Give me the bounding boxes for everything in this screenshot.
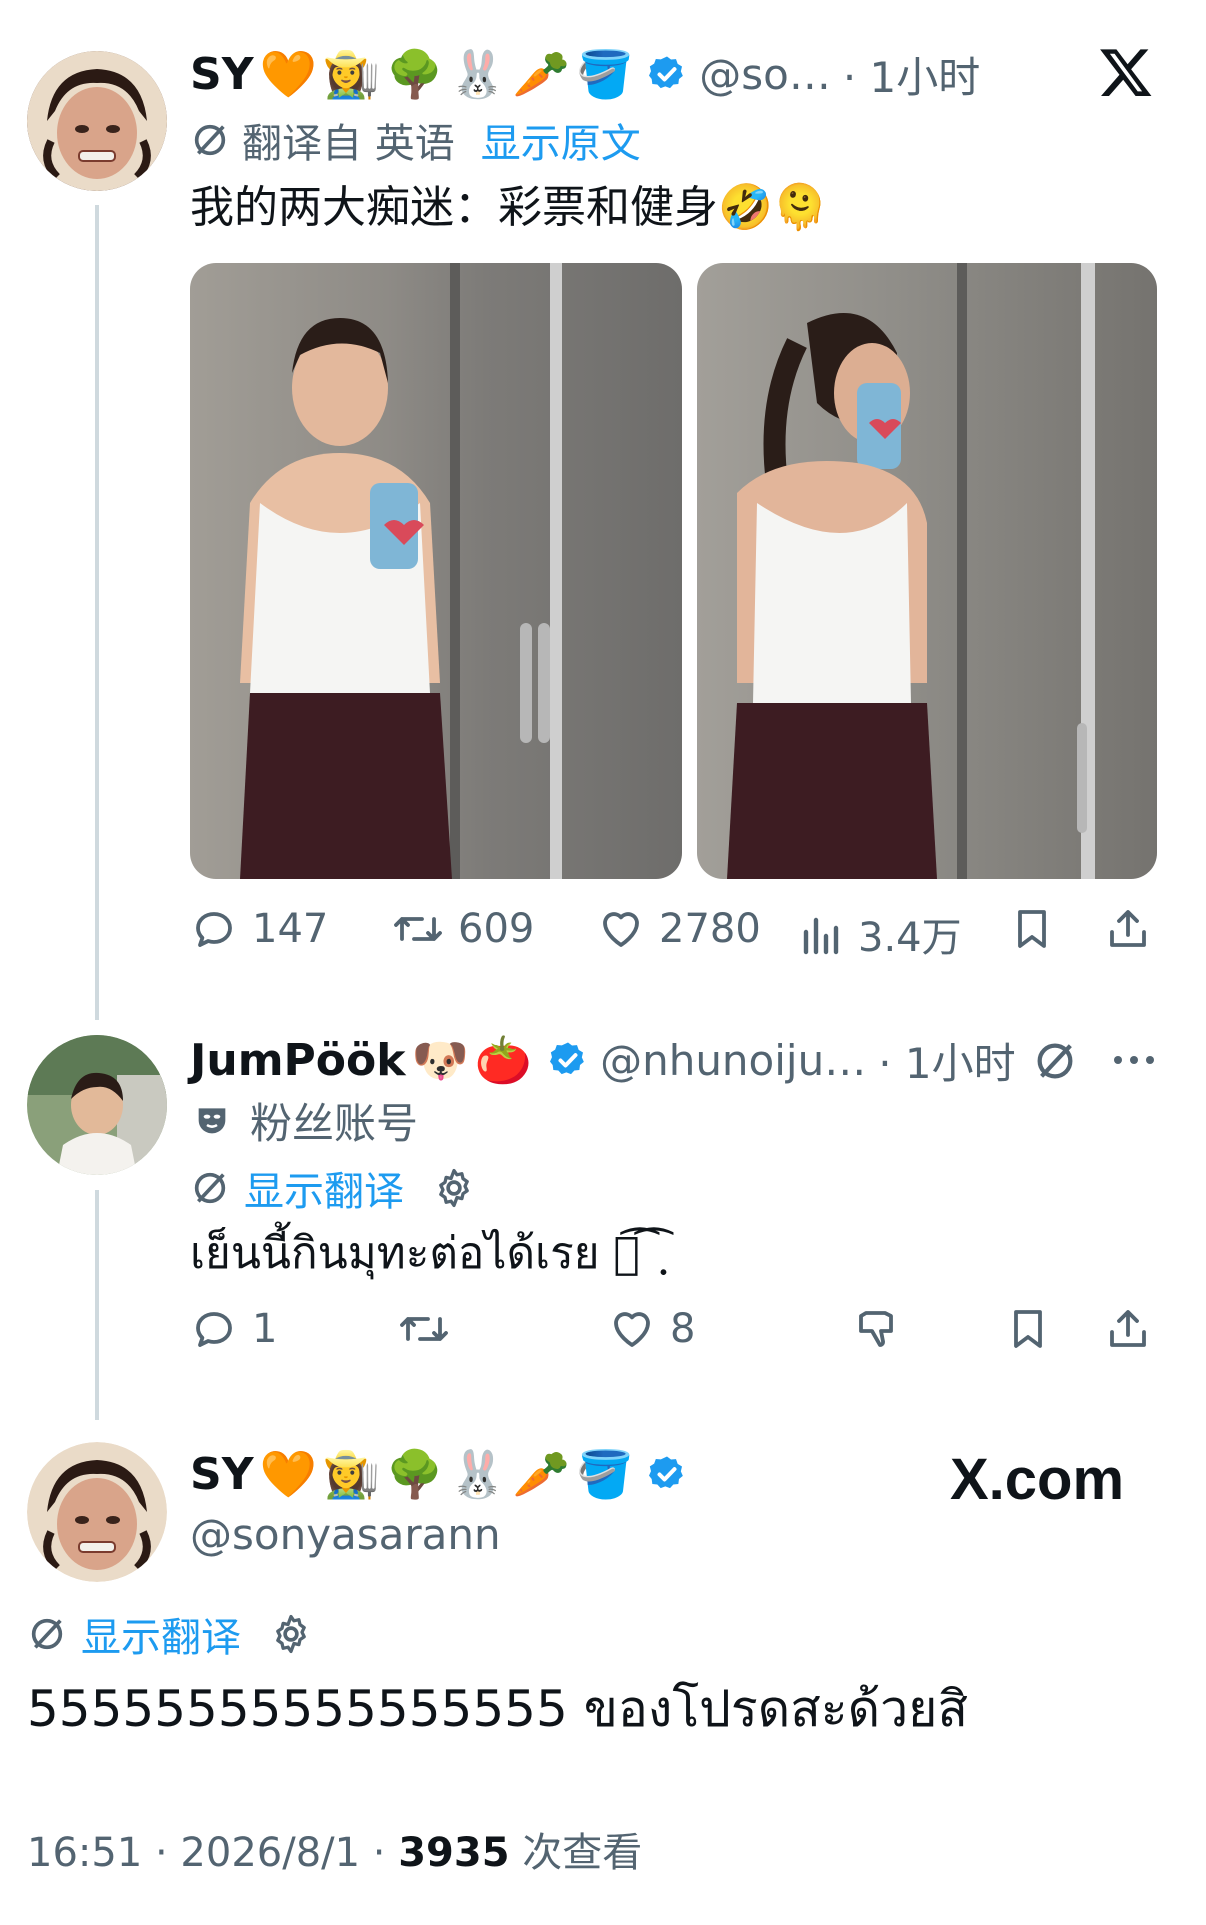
analytics-icon (800, 910, 844, 958)
orange-heart-emoji: 🧡 (259, 1447, 317, 1501)
tweet3-header: SY 🧡 👩‍🌾 🌳 🐰 🥕 🪣 (190, 1444, 687, 1504)
like-count: 2780 (659, 906, 761, 952)
translation-bar: 翻译自 英语 显示原文 (190, 112, 641, 168)
author-name[interactable]: SY (190, 49, 254, 100)
views-label: 次查看 (509, 1830, 643, 1876)
views-button[interactable]: 3.4万 (800, 905, 962, 963)
tree-emoji: 🌳 (386, 47, 444, 101)
tweet-text: 我的两大痴迷：彩票和健身🤣🫠 (190, 182, 828, 233)
timestamp-views: 16:51 · 2026/8/1 · 3935 次查看 (27, 1820, 642, 1878)
retweet-button[interactable]: 609 (392, 905, 534, 953)
dislike-button[interactable] (852, 1305, 900, 1357)
settings-gear-icon[interactable] (269, 1612, 313, 1656)
thread-line (95, 205, 99, 1020)
like-button[interactable]: 8 (608, 1305, 695, 1353)
avatar-jumpook[interactable] (27, 1035, 167, 1175)
fan-account-text: 粉丝账号 (250, 1098, 419, 1148)
show-original-link[interactable]: 显示原文 (481, 111, 641, 169)
carrot-emoji: 🥕 (512, 1447, 570, 1501)
bookmark-icon (1018, 910, 1046, 948)
photo-1-image (240, 263, 562, 879)
reply-button[interactable]: 1 (190, 1305, 277, 1353)
author-handle[interactable]: @so… (699, 50, 831, 99)
verified-badge-icon (647, 54, 687, 94)
rabbit-emoji: 🐰 (449, 1447, 507, 1501)
translate-icon (27, 1614, 67, 1654)
xcom-watermark: X.com (950, 1446, 1124, 1513)
heart-icon (597, 905, 645, 953)
watermark-text: X.com (950, 1447, 1125, 1512)
translated-from-label: 翻译自 英语 (242, 121, 455, 167)
retweet-icon (400, 1317, 448, 1341)
avatar-child-icon (27, 1035, 167, 1175)
more-dots-icon (1114, 1056, 1154, 1064)
views-count: 3.4万 (858, 915, 962, 961)
tweet2-header: JumPöök 🐶 🍅 @nhunoiju… · 1小时 (190, 1030, 1016, 1090)
retweet-icon (392, 905, 444, 953)
retweet-count: 609 (458, 906, 535, 952)
more-options-button[interactable] (1110, 1040, 1158, 1084)
share-button[interactable] (1104, 1305, 1152, 1357)
reply-icon (190, 1305, 238, 1353)
tweet-photo-1[interactable] (190, 263, 682, 879)
tweet-text: 55555555555555555 ของโปรดสะด้วยสิ (27, 1680, 968, 1738)
translate-icon (190, 120, 230, 160)
photo-2-image (727, 263, 1095, 879)
fan-account-label: 粉丝账号 (192, 1092, 418, 1148)
mask-icon (192, 1100, 232, 1140)
like-button[interactable]: 2780 (597, 905, 761, 953)
tweet-datetime[interactable]: 16:51 · 2026/8/1 · (27, 1830, 398, 1876)
avatar-face-icon (27, 51, 167, 191)
translation-bar-2: 显示翻译 (190, 1160, 476, 1216)
timestamp[interactable]: · 1小时 (878, 1030, 1015, 1091)
avatar-sy[interactable] (27, 51, 167, 191)
author-handle[interactable]: @sonyasarann (190, 1510, 501, 1559)
carrot-emoji: 🥕 (512, 47, 570, 101)
author-name[interactable]: SY (190, 1449, 254, 1500)
bucket-emoji: 🪣 (575, 1447, 634, 1501)
tweet-photo-2[interactable] (697, 263, 1157, 879)
farmer-emoji: 👩‍🌾 (322, 1447, 381, 1501)
share-button[interactable] (1104, 905, 1152, 957)
translation-bar-3: 显示翻译 (27, 1606, 313, 1662)
bookmark-button[interactable] (1008, 905, 1056, 957)
show-translation-link[interactable]: 显示翻译 (244, 1159, 404, 1217)
bookmark-button[interactable] (1004, 1305, 1052, 1357)
view-count: 3935 (398, 1830, 510, 1876)
verified-badge-icon (548, 1040, 588, 1080)
reply-icon (190, 905, 238, 953)
thumbs-down-icon (859, 1311, 893, 1347)
tweet1-header: SY 🧡 👩‍🌾 🌳 🐰 🥕 🪣 @so… · 1小时 (190, 44, 980, 104)
tomato-emoji: 🍅 (474, 1033, 533, 1087)
farmer-emoji: 👩‍🌾 (322, 47, 381, 101)
bookmark-icon (1014, 1310, 1042, 1348)
dog-emoji: 🐶 (411, 1033, 469, 1087)
bucket-emoji: 🪣 (575, 47, 634, 101)
retweet-button[interactable] (398, 1305, 450, 1357)
settings-gear-icon[interactable] (432, 1166, 476, 1210)
avatar-face-icon (27, 1442, 167, 1582)
translate-icon (190, 1168, 230, 1208)
author-handle[interactable]: @nhunoiju… (600, 1036, 866, 1085)
show-translation-link[interactable]: 显示翻译 (81, 1605, 241, 1663)
verified-badge-icon (647, 1454, 687, 1494)
translate-status-icon[interactable] (1032, 1038, 1078, 1088)
orange-heart-emoji: 🧡 (259, 47, 317, 101)
x-logo-icon[interactable] (1098, 44, 1154, 100)
reply-count: 147 (252, 906, 329, 952)
reply-button[interactable]: 147 (190, 905, 328, 953)
share-icon (1110, 1310, 1146, 1347)
thread-line-2 (95, 1190, 99, 1420)
tree-emoji: 🌳 (386, 1447, 444, 1501)
rabbit-emoji: 🐰 (449, 47, 507, 101)
timestamp[interactable]: · 1小时 (843, 44, 980, 105)
share-icon (1110, 910, 1146, 947)
author-name[interactable]: JumPöök (190, 1035, 406, 1086)
avatar-sy[interactable] (27, 1442, 167, 1582)
reply-count: 1 (252, 1306, 278, 1352)
like-count: 8 (670, 1306, 696, 1352)
tweet-text: เย็นนี้กินมุทะต่อได้เรย ฺ͡ ͡ ฺ (190, 1228, 669, 1279)
heart-icon (608, 1305, 656, 1353)
